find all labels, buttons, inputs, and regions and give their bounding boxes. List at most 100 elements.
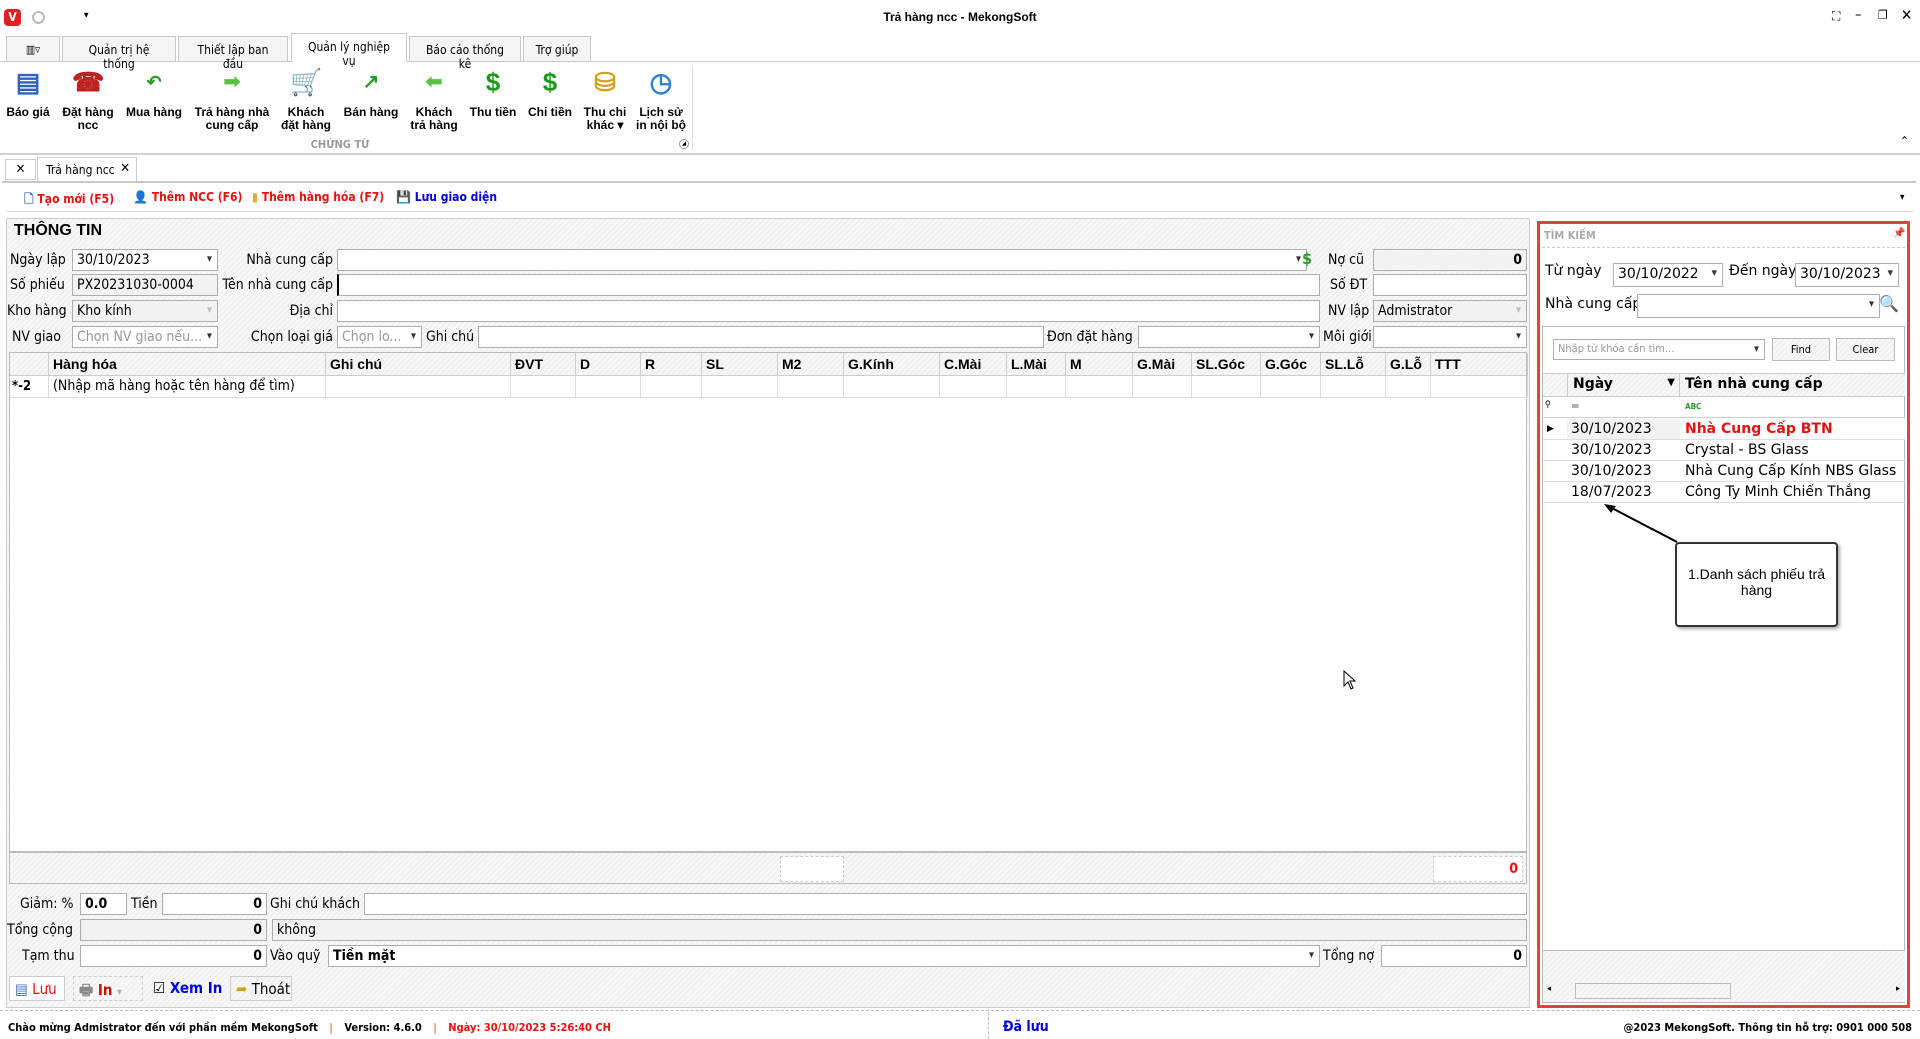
search-result-row[interactable]: ▶ 30/10/2023 Nhà Cung Cấp BTN <box>1543 419 1905 440</box>
tab-bao-cao[interactable]: Báo cáo thống kê <box>409 36 521 71</box>
close-button[interactable]: ✕ <box>1901 6 1912 24</box>
add-item-button[interactable]: ▮ Thêm hàng hóa (F7) <box>252 190 384 204</box>
search-result-row[interactable]: 18/07/2023 Công Ty Minh Chiến Thắng <box>1543 482 1905 503</box>
new-row-cell[interactable] <box>641 376 702 398</box>
collapse-ribbon-icon[interactable]: ⌃ <box>1900 134 1909 148</box>
to-date-picker[interactable]: 30/10/2023 <box>1795 263 1899 287</box>
grid-col-header[interactable]: G.Lỗ <box>1386 353 1431 376</box>
ribbon-mua-hang[interactable]: ↶ Mua hàng <box>124 66 184 119</box>
search-result-row[interactable]: 30/10/2023 Crystal - BS Glass <box>1543 440 1905 461</box>
ribbon-khach-dat-hang[interactable]: 🛒 Khách đặt hàng <box>280 66 332 132</box>
ribbon-ban-hang[interactable]: ↗ Bán hàng <box>342 66 400 119</box>
print-dropdown-icon[interactable]: ▾ <box>117 987 122 998</box>
from-date-picker[interactable]: 30/10/2022 <box>1613 263 1723 287</box>
grid-col-header[interactable]: D <box>576 353 641 376</box>
grid-col-header[interactable]: Hàng hóa <box>49 353 326 376</box>
new-row-cell[interactable] <box>940 376 1007 398</box>
don-dat-hang-select[interactable] <box>1138 326 1320 348</box>
col-header-ngay[interactable]: Ngày ▼ <box>1567 373 1680 397</box>
new-row-cell[interactable] <box>1321 376 1386 398</box>
search-icon[interactable]: 🔍 <box>1879 294 1899 313</box>
col-header-ten-ncc[interactable]: Tên nhà cung cấp <box>1680 373 1905 397</box>
ribbon-thu-chi-khac[interactable]: ⛁ Thu chi khác ▾ <box>580 66 630 132</box>
new-row-cell[interactable] <box>1386 376 1431 398</box>
preview-checkbox[interactable]: ☑ Xem In <box>148 976 227 1001</box>
ngay-lap-picker[interactable]: 30/10/2023 <box>72 249 218 271</box>
equals-filter-icon[interactable]: ═ <box>1572 399 1579 413</box>
tab-tro-giup[interactable]: Trợ giúp <box>523 36 591 61</box>
tien-input[interactable]: 0 <box>162 893 267 915</box>
ribbon-dat-hang-ncc[interactable]: ☎ Đặt hàng ncc <box>58 66 118 132</box>
new-row-cell[interactable] <box>326 376 511 398</box>
ncc-select[interactable] <box>337 249 1307 271</box>
tam-thu-input[interactable]: 0 <box>80 945 267 967</box>
so-dt-input[interactable] <box>1373 274 1527 296</box>
add-supplier-button[interactable]: 👤 Thêm NCC (F6) <box>133 190 243 204</box>
sort-dropdown-icon[interactable]: ▼ <box>1667 377 1675 388</box>
find-button[interactable]: Find <box>1772 338 1830 361</box>
print-button[interactable]: 🖶 In ▾ <box>73 976 143 1001</box>
ghi-chu-input[interactable] <box>478 326 1044 348</box>
save-layout-button[interactable]: 💾 Lưu giao diện <box>396 190 497 204</box>
grid-col-header[interactable]: R <box>641 353 702 376</box>
ribbon-khach-tra-hang[interactable]: ⬅ Khách trả hàng <box>408 66 460 132</box>
new-button[interactable]: 🗋 Tạo mới (F5) <box>24 190 114 211</box>
new-row-cell[interactable] <box>1261 376 1321 398</box>
ribbon-tra-hang-ncc[interactable]: ➡ Trả hàng nhà cung cấp <box>192 66 272 132</box>
pin-icon[interactable]: 📌 <box>1893 228 1905 239</box>
new-row-cell[interactable] <box>1192 376 1261 398</box>
exit-button[interactable]: ➦ Thoát <box>230 976 292 1001</box>
clear-button[interactable]: Clear <box>1836 338 1895 361</box>
group-launcher-icon[interactable]: ◢ <box>679 139 689 149</box>
scroll-left-icon[interactable]: ◂ <box>1547 984 1551 994</box>
scroll-right-icon[interactable]: ▸ <box>1896 984 1900 994</box>
new-row-cell[interactable] <box>576 376 641 398</box>
keyword-input[interactable]: Nhập từ khóa cần tìm... <box>1553 339 1765 360</box>
close-tab-icon[interactable]: ✕ <box>120 161 130 176</box>
grid-col-header[interactable]: L.Mài <box>1007 353 1066 376</box>
grid-col-header[interactable]: SL <box>702 353 778 376</box>
grid-col-header[interactable]: G.Kính <box>844 353 940 376</box>
ribbon-bao-gia[interactable]: ▤ Báo giá <box>4 66 52 119</box>
new-row-cell[interactable] <box>1133 376 1192 398</box>
app-menu-button[interactable]: ▥▿ <box>6 36 60 61</box>
kho-hang-select[interactable]: Kho kính <box>72 300 218 322</box>
tab-quan-ly-nghiep-vu[interactable]: Quản lý nghiệp vụ <box>291 33 407 68</box>
ghi-chu-khach-input[interactable] <box>364 893 1527 915</box>
ribbon-lich-su-in[interactable]: ◷ Lịch sử in nội bộ <box>634 66 688 132</box>
grid-col-header[interactable]: C.Mài <box>940 353 1007 376</box>
moi-gioi-select[interactable] <box>1373 326 1527 348</box>
filter-row[interactable] <box>1543 397 1905 418</box>
refresh-icon[interactable]: $ <box>1302 249 1312 268</box>
vao-quy-select[interactable]: Tiền mặt <box>328 945 1320 967</box>
tab-quan-tri[interactable]: Quản trị hệ thống <box>62 36 176 71</box>
search-result-row[interactable]: 30/10/2023 Nhà Cung Cấp Kính NBS Glass <box>1543 461 1905 482</box>
grid-col-header[interactable]: ĐVT <box>511 353 576 376</box>
new-row-cell[interactable] <box>778 376 844 398</box>
ribbon-thu-tien[interactable]: $ Thu tiền <box>466 66 520 119</box>
new-row-cell[interactable] <box>511 376 576 398</box>
ten-ncc-input[interactable] <box>337 274 1320 296</box>
dia-chi-input[interactable] <box>337 300 1320 322</box>
grid-col-header[interactable]: TTT <box>1431 353 1528 376</box>
maximize-button[interactable]: ❐ <box>1878 8 1888 22</box>
new-row-cell[interactable] <box>702 376 778 398</box>
grid-col-header[interactable]: M <box>1066 353 1133 376</box>
grid-col-header[interactable]: M2 <box>778 353 844 376</box>
nv-giao-select[interactable]: Chọn NV giao nếu... <box>72 326 218 348</box>
search-ncc-select[interactable] <box>1637 294 1880 318</box>
grid-col-header[interactable]: G.Mài <box>1133 353 1192 376</box>
grid-col-header[interactable]: SL.Góc <box>1192 353 1261 376</box>
horizontal-scrollbar-thumb[interactable] <box>1575 983 1731 999</box>
grid-col-header[interactable]: SL.Lỗ <box>1321 353 1386 376</box>
text-filter-icon[interactable]: ABC <box>1685 402 1701 411</box>
ribbon-chi-tien[interactable]: $ Chi tiền <box>524 66 576 119</box>
close-all-tabs-button[interactable]: ✕ <box>5 159 36 180</box>
nv-lap-select[interactable]: Admistrator <box>1373 300 1527 322</box>
save-button[interactable]: ▤ Lưu <box>9 976 65 1001</box>
new-row-cell[interactable] <box>844 376 940 398</box>
new-row-item-input[interactable]: (Nhập mã hàng hoặc tên hàng để tìm) <box>49 376 326 398</box>
screenshot-icon[interactable]: ⛶ <box>1832 9 1840 24</box>
tab-thiet-lap[interactable]: Thiết lập ban đầu <box>178 36 288 71</box>
loai-gia-select[interactable]: Chọn lo... <box>337 326 422 348</box>
